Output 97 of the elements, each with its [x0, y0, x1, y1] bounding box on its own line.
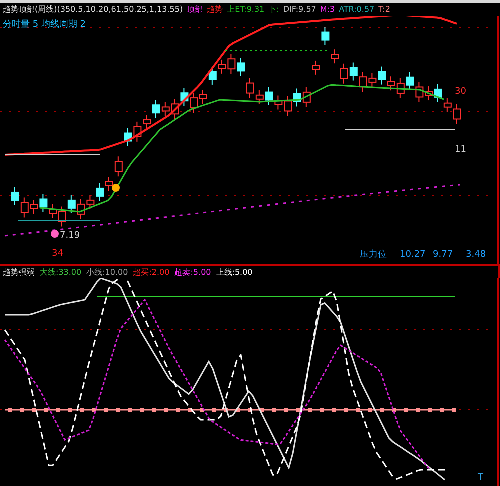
panel-title: 分时量 5 均线周期 2	[3, 20, 86, 30]
threshold-marker	[176, 408, 180, 412]
candlestick	[416, 82, 424, 103]
indicator-label: 趋势	[207, 4, 224, 15]
candlestick	[322, 26, 330, 46]
threshold-marker	[368, 408, 372, 412]
threshold-marker	[260, 408, 264, 412]
indicator-label: 趋势强弱	[3, 266, 35, 278]
candlestick	[180, 88, 189, 107]
threshold-marker	[32, 408, 36, 412]
candlestick	[378, 66, 386, 86]
threshold-marker	[20, 408, 24, 412]
threshold-marker	[140, 408, 144, 412]
threshold-marker	[104, 408, 108, 412]
threshold-marker	[44, 408, 48, 412]
threshold-marker	[440, 408, 444, 412]
candlestick	[143, 114, 152, 130]
indicator-label: 小线:10.00	[86, 266, 128, 278]
threshold-marker	[308, 408, 312, 412]
threshold-marker	[92, 408, 96, 412]
candlestick	[124, 128, 132, 147]
threshold-marker	[392, 408, 396, 412]
threshold-marker	[68, 408, 72, 412]
candlestick	[265, 86, 274, 106]
indicator-label: 上线:5.00	[216, 266, 253, 278]
candlestick	[162, 102, 170, 117]
candlestick	[302, 86, 311, 108]
threshold-marker	[236, 408, 240, 412]
threshold-marker	[416, 408, 420, 412]
marker-label: T	[478, 473, 484, 483]
threshold-marker	[248, 408, 252, 412]
indicator-label: 趋势顶部(周线)(350.5,10.20,61,50.25,1,13.55)	[3, 4, 184, 15]
indicator-label: T:2	[378, 5, 390, 14]
candlestick	[359, 72, 368, 93]
threshold-marker	[212, 408, 216, 412]
indicator-label: 超买:2.00	[133, 266, 170, 278]
candlestick	[396, 78, 405, 99]
candlestick	[86, 194, 95, 210]
info-label: 压力位	[360, 250, 387, 260]
threshold-marker	[80, 408, 84, 412]
threshold-marker	[452, 408, 456, 412]
indicator-label: M:3	[320, 5, 336, 14]
info-value: 9.77	[433, 250, 454, 260]
candlestick	[368, 72, 377, 88]
candlestick	[96, 182, 104, 202]
threshold-marker	[380, 408, 384, 412]
threshold-marker	[224, 408, 228, 412]
info-value: 3.48	[466, 250, 486, 260]
price-label: 34	[52, 249, 64, 259]
threshold-marker	[116, 408, 120, 412]
candlestick	[274, 95, 283, 110]
indicator-label: 上ET:9.31	[227, 4, 265, 15]
candlestick	[77, 198, 86, 220]
candlestick	[284, 96, 292, 117]
candlestick	[350, 62, 358, 82]
candlestick	[453, 104, 462, 125]
signal-dot	[51, 230, 59, 238]
price-label: 7.19	[60, 231, 80, 241]
candlestick	[40, 194, 48, 213]
indicator-label: 顶部	[187, 4, 204, 15]
threshold-marker	[296, 408, 300, 412]
threshold-marker	[128, 408, 132, 412]
threshold-marker	[404, 408, 408, 412]
candlestick	[237, 58, 246, 77]
threshold-marker	[356, 408, 360, 412]
candlestick	[256, 90, 264, 105]
candlestick	[406, 72, 414, 91]
threshold-marker	[8, 408, 12, 412]
indicator-label: 下:	[268, 4, 280, 15]
threshold-marker	[164, 408, 168, 412]
price-label: 11	[455, 145, 466, 155]
threshold-marker	[320, 408, 324, 412]
threshold-marker	[152, 408, 156, 412]
threshold-marker	[284, 408, 288, 412]
indicator-label: ATR:0.57	[339, 5, 375, 14]
threshold-marker	[428, 408, 432, 412]
candlestick	[312, 60, 320, 76]
threshold-marker	[200, 408, 204, 412]
threshold-marker	[188, 408, 192, 412]
candlestick	[171, 98, 180, 120]
candlestick	[331, 49, 340, 64]
info-value: 10.27	[400, 250, 426, 260]
indicator-label: 大线:33.00	[40, 266, 82, 278]
candlestick	[134, 121, 142, 142]
candlestick	[425, 86, 434, 102]
threshold-marker	[344, 408, 348, 412]
candlestick	[444, 98, 452, 113]
candlestick	[218, 59, 226, 74]
price-label: 30	[455, 87, 466, 97]
indicator-label: 超卖:5.00	[174, 266, 212, 278]
threshold-marker	[56, 408, 60, 412]
signal-dot	[112, 184, 120, 192]
threshold-marker	[332, 408, 336, 412]
candlestick	[68, 194, 76, 214]
indicator-label: DIF:9.57	[283, 5, 316, 14]
threshold-marker	[272, 408, 276, 412]
candlestick	[228, 54, 236, 75]
